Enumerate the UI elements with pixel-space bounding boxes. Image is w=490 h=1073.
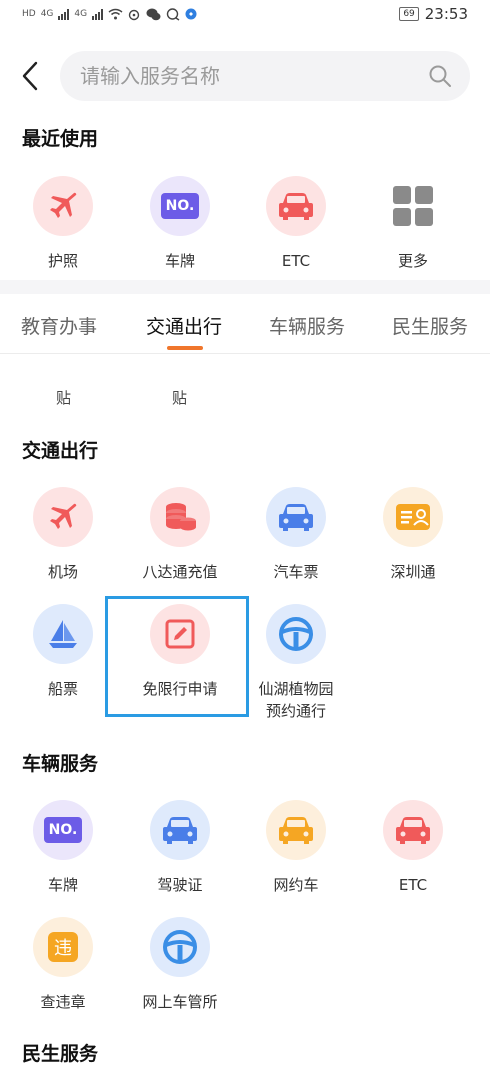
car-icon	[383, 800, 443, 860]
vehicle-item-violation-check[interactable]: 违 查违章	[5, 917, 121, 1013]
bus-icon	[266, 487, 326, 547]
recent-section-title: 最近使用	[22, 128, 99, 150]
recent-item-label: 车牌	[164, 252, 195, 270]
signal-icon	[58, 8, 70, 20]
recent-item-passport[interactable]: 护照	[5, 176, 121, 272]
status-right: 69 23:53	[399, 5, 468, 23]
message-icon	[166, 7, 180, 21]
airplane-icon	[33, 487, 93, 547]
status-indicators: HD 4G 4G	[22, 7, 197, 21]
vehicle-item-label: 网约车	[273, 876, 319, 894]
tab-transport[interactable]: 交通出行	[146, 312, 222, 339]
violation-icon: 违	[33, 917, 93, 977]
license-plate-icon: NO.	[33, 800, 93, 860]
traffic-item-label: 机场	[47, 563, 78, 581]
vehicle-item-etc[interactable]: ETC	[355, 800, 471, 896]
vehicle-item-label: ETC	[398, 876, 428, 894]
traffic-item-label: 汽车票	[273, 563, 319, 581]
recent-item-etc[interactable]: ETC	[238, 176, 354, 272]
wifi-icon	[108, 8, 123, 20]
tab-vehicle[interactable]: 车辆服务	[269, 312, 345, 339]
battery-icon: 69	[399, 7, 419, 21]
traffic-item-label: 船票	[47, 680, 78, 698]
tab-education[interactable]: 教育办事	[21, 312, 97, 339]
tab-livelihood[interactable]: 民生服务	[392, 312, 468, 339]
search-input[interactable]	[80, 64, 428, 88]
back-button[interactable]	[0, 50, 60, 102]
steering-wheel-icon	[266, 604, 326, 664]
car-icon	[150, 800, 210, 860]
traffic-item-bus-ticket[interactable]: 汽车票	[238, 487, 354, 583]
vehicle-item-label: 驾驶证	[157, 876, 203, 894]
category-tabs: 教育办事 交通出行 车辆服务 民生服务	[0, 294, 490, 354]
recent-item-label: 护照	[47, 252, 78, 270]
back-arrow-icon	[22, 61, 38, 91]
status-bar: HD 4G 4G 69 23:53	[0, 0, 490, 28]
recent-item-license-plate[interactable]: NO. 车牌	[122, 176, 238, 272]
vehicle-item-label: 查违章	[40, 993, 86, 1011]
traffic-item-fairy-lake-pass[interactable]: 仙湖植物园 预约通行	[238, 604, 354, 722]
violation-badge: 违	[48, 932, 78, 962]
traffic-item-shenzhen-tong[interactable]: 深圳通	[355, 487, 471, 583]
taxi-icon	[266, 800, 326, 860]
steering-wheel-icon	[150, 917, 210, 977]
app-notification-icon	[185, 8, 197, 20]
clipped-item-label-2[interactable]: 贴	[172, 387, 187, 408]
vehicle-item-license-plate[interactable]: NO. 车牌	[5, 800, 121, 896]
car-icon	[266, 176, 326, 236]
traffic-item-octopus-topup[interactable]: 八达通充值	[122, 487, 238, 583]
status-time: 23:53	[424, 5, 468, 23]
plate-badge: NO.	[43, 817, 83, 843]
vehicle-item-label: 车牌	[47, 876, 78, 894]
signal-icon-2	[92, 8, 104, 20]
traffic-item-label: 八达通充值	[142, 563, 218, 581]
vehicle-item-online-dmv[interactable]: 网上车管所	[122, 917, 238, 1013]
card-icon	[383, 487, 443, 547]
vehicle-section-title: 车辆服务	[22, 753, 99, 775]
traffic-item-label: 仙湖植物园 预约通行	[258, 678, 333, 722]
search-header	[0, 50, 490, 102]
label-line-1: 仙湖植物园	[258, 680, 334, 698]
label-line-2: 预约通行	[265, 702, 326, 720]
selection-highlight	[105, 596, 249, 717]
search-icon[interactable]	[428, 64, 452, 88]
recent-item-label: ETC	[281, 252, 311, 270]
livelihood-section-title: 民生服务	[22, 1043, 99, 1065]
traffic-section-title: 交通出行	[22, 440, 99, 462]
more-grid-icon	[383, 176, 443, 236]
network-4g-label: 4G	[40, 9, 54, 19]
hd-label: HD	[22, 9, 36, 19]
traffic-item-label: 深圳通	[390, 563, 436, 581]
active-tab-indicator	[167, 346, 203, 350]
search-bar[interactable]	[60, 51, 470, 101]
sailboat-icon	[33, 604, 93, 664]
section-divider	[0, 280, 490, 294]
clipped-item-label[interactable]: 贴	[56, 387, 71, 408]
traffic-item-ferry-ticket[interactable]: 船票	[5, 604, 121, 700]
vehicle-item-driver-license[interactable]: 驾驶证	[122, 800, 238, 896]
vehicle-item-label: 网上车管所	[142, 993, 218, 1011]
coins-stack-icon	[150, 487, 210, 547]
traffic-item-airport[interactable]: 机场	[5, 487, 121, 583]
network-4g-label-2: 4G	[74, 9, 88, 19]
weibo-icon	[128, 9, 140, 20]
vehicle-item-ride-hailing[interactable]: 网约车	[238, 800, 354, 896]
recent-item-more[interactable]: 更多	[355, 176, 471, 272]
license-plate-icon: NO.	[150, 176, 210, 236]
wechat-icon	[146, 8, 161, 20]
plate-badge: NO.	[160, 193, 200, 219]
airplane-icon	[33, 176, 93, 236]
recent-item-label: 更多	[397, 252, 428, 270]
